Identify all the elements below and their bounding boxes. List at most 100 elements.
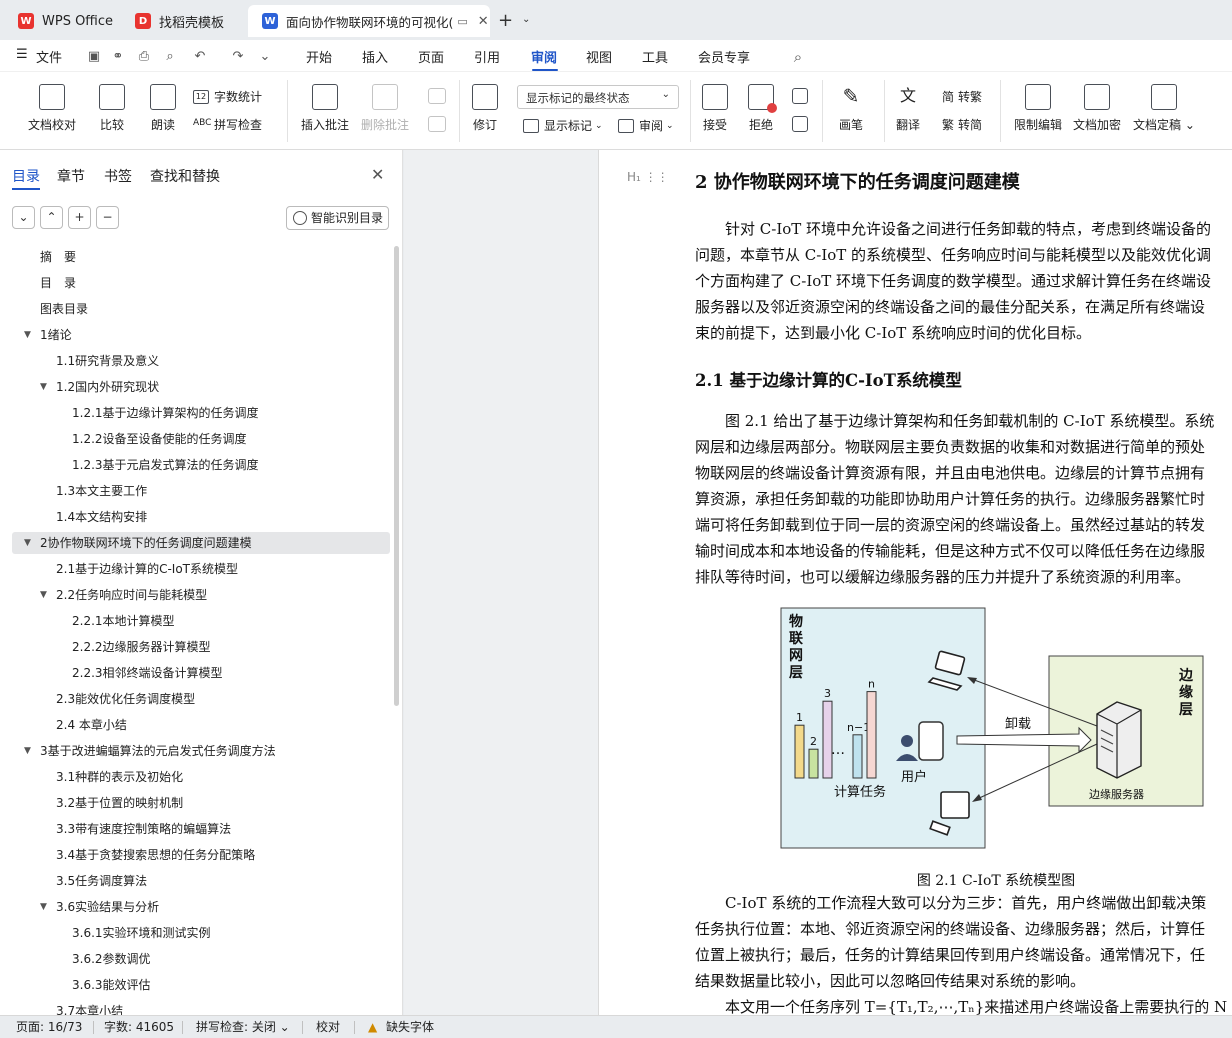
compare-button[interactable]: 比较 [99, 84, 125, 133]
remove-heading-button[interactable]: − [96, 206, 119, 229]
document-page[interactable]: H₁ ⋮⋮ 2 协作物联网环境下的任务调度问题建模 针对 C-IoT 环境中允许… [598, 150, 1232, 1015]
close-icon[interactable]: ✕ [371, 165, 384, 184]
search-icon[interactable]: ⌕ [790, 49, 806, 65]
accept-button[interactable]: 接受 [702, 84, 728, 133]
restrict-edit-button[interactable]: 限制编辑 [1014, 84, 1062, 133]
tab-current-document[interactable]: W 面向协作物联网环境的可视化( ▭ ✕ [248, 5, 490, 37]
page-indicator[interactable]: 页面: 16/73 [16, 1016, 82, 1038]
tab-chapters[interactable]: 章节 [57, 166, 85, 186]
hamburger-icon[interactable]: ☰ [16, 47, 28, 62]
smart-toc-button[interactable]: 智能识别目录 [286, 206, 389, 230]
toc-item[interactable]: 3.7本章小结 [12, 1000, 390, 1015]
menu-item-tools[interactable]: 工具 [642, 47, 668, 66]
insert-comment-button[interactable]: 插入批注 [301, 84, 349, 133]
toc-item[interactable]: 3.1种群的表示及初始化 [12, 766, 390, 788]
menu-item-review[interactable]: 审阅 [531, 47, 557, 66]
new-tab-icon[interactable]: + [498, 10, 513, 31]
toc-item[interactable]: ▼ 3基于改进蝙蝠算法的元启发式任务调度方法 [12, 740, 390, 762]
word-count-indicator[interactable]: 字数: 41605 [104, 1016, 174, 1038]
toc-item[interactable]: 目 录 [12, 272, 390, 294]
caret-down-icon[interactable]: ▼ [40, 584, 47, 606]
next-comment-button[interactable] [428, 116, 446, 138]
revise-button[interactable]: 修订 [472, 84, 498, 133]
close-tab-icon[interactable]: ✕ [478, 14, 489, 29]
review-pane-button[interactable]: 审阅 ⌄ [618, 117, 674, 134]
heading-marker[interactable]: H₁ ⋮⋮ [627, 170, 669, 184]
toc-item[interactable]: 摘 要 [12, 246, 390, 268]
toc-item[interactable]: ▼ 2.2任务响应时间与能耗模型 [12, 584, 390, 606]
finalize-button[interactable]: 文档定稿 ⌄ [1133, 84, 1195, 133]
toc-item[interactable]: ▼ 1绪论 [12, 324, 390, 346]
toc-item[interactable]: 3.6.3能效评估 [12, 974, 390, 996]
spell-check-status[interactable]: 拼写检查: 关闭 ⌄ [196, 1016, 290, 1038]
toc-item[interactable]: 1.2.2设备至设备使能的任务调度 [12, 428, 390, 450]
link-icon[interactable]: ⚭ [110, 49, 126, 65]
print-preview-icon[interactable]: ⌕ [162, 49, 178, 65]
tab-toc[interactable]: 目录 [12, 166, 40, 186]
spell-check-button[interactable]: ABC 拼写检查 [193, 116, 262, 133]
tab-docer[interactable]: D 找稻壳模板 [121, 5, 243, 37]
word-count-button[interactable]: 12 字数统计 [193, 88, 262, 105]
toc-item[interactable]: 图表目录 [12, 298, 390, 320]
toc-item[interactable]: 1.2.1基于边缘计算架构的任务调度 [12, 402, 390, 424]
expand-down-button[interactable]: ⌄ [12, 206, 35, 229]
toc-item[interactable]: 3.6.2参数调优 [12, 948, 390, 970]
pen-button[interactable]: ✎ 画笔 [838, 84, 864, 133]
toc-item[interactable]: ▼ 2协作物联网环境下的任务调度问题建模 [12, 532, 390, 554]
encrypt-button[interactable]: 文档加密 [1073, 84, 1121, 133]
menu-item-start[interactable]: 开始 [306, 47, 332, 66]
toc-item[interactable]: 2.2.2边缘服务器计算模型 [12, 636, 390, 658]
proof-status[interactable]: 校对 [316, 1016, 340, 1038]
doc-check-button[interactable]: 文档校对 [28, 84, 76, 133]
menu-item-insert[interactable]: 插入 [362, 47, 388, 66]
caret-down-icon[interactable]: ▼ [40, 896, 47, 918]
toc-item[interactable]: 1.4本文结构安排 [12, 506, 390, 528]
toc-item[interactable]: 2.3能效优化任务调度模型 [12, 688, 390, 710]
print-icon[interactable]: ⎙ [136, 49, 152, 65]
delete-comment-button[interactable]: 删除批注 [361, 84, 409, 133]
menu-item-reference[interactable]: 引用 [474, 47, 500, 66]
toc-item[interactable]: 1.2.3基于元启发式算法的任务调度 [12, 454, 390, 476]
caret-down-icon[interactable]: ▼ [24, 324, 31, 346]
toc-item[interactable]: 3.4基于贪婪搜索思想的任务分配策略 [12, 844, 390, 866]
menu-item-view[interactable]: 视图 [586, 47, 612, 66]
toc-item[interactable]: 3.2基于位置的映射机制 [12, 792, 390, 814]
collapse-up-button[interactable]: ⌃ [40, 206, 63, 229]
markup-state-select[interactable]: 显示标记的最终状态 ⌄ [517, 85, 679, 109]
toc-item[interactable]: 2.1基于边缘计算的C-IoT系统模型 [12, 558, 390, 580]
save-icon[interactable]: ▣ [86, 49, 102, 65]
toc-item[interactable]: 3.3带有速度控制策略的蝙蝠算法 [12, 818, 390, 840]
prev-change-button[interactable] [792, 88, 808, 110]
missing-font-status[interactable]: 缺失字体 [386, 1016, 434, 1038]
toc-item[interactable]: 1.1研究背景及意义 [12, 350, 390, 372]
next-change-button[interactable] [792, 116, 808, 138]
tab-wps-office[interactable]: W WPS Office [4, 5, 116, 37]
add-heading-button[interactable]: + [68, 206, 91, 229]
toc-item[interactable]: 1.3本文主要工作 [12, 480, 390, 502]
toc-item[interactable]: 3.6.1实验环境和测试实例 [12, 922, 390, 944]
translate-button[interactable]: 文 翻译 [895, 84, 921, 133]
reject-button[interactable]: 拒绝 [748, 84, 777, 133]
to-traditional-button[interactable]: 简 转繁 [942, 88, 982, 105]
menu-item-page[interactable]: 页面 [418, 47, 444, 66]
caret-down-icon[interactable]: ▼ [24, 532, 31, 554]
toc-item[interactable]: 2.2.3相邻终端设备计算模型 [12, 662, 390, 684]
show-markup-button[interactable]: 显示标记 ⌄ [523, 117, 603, 134]
toc-item[interactable]: ▼ 1.2国内外研究现状 [12, 376, 390, 398]
redo-icon[interactable]: ↷ [230, 49, 246, 65]
toc-item[interactable]: 3.5任务调度算法 [12, 870, 390, 892]
undo-icon[interactable]: ↶ [192, 49, 208, 65]
menu-item-member[interactable]: 会员专享 [698, 47, 750, 66]
tab-bookmarks[interactable]: 书签 [104, 166, 132, 186]
tab-find-replace[interactable]: 查找和替换 [150, 166, 220, 186]
toc-item[interactable]: 2.2.1本地计算模型 [12, 610, 390, 632]
prev-comment-button[interactable] [428, 88, 446, 110]
to-simplified-button[interactable]: 繁 转简 [942, 116, 982, 133]
chevron-down-icon[interactable]: ⌄ [522, 14, 530, 25]
monitor-icon[interactable]: ▭ [457, 15, 467, 28]
toc-item[interactable]: ▼ 3.6实验结果与分析 [12, 896, 390, 918]
toc-scrollbar[interactable] [394, 246, 399, 706]
caret-down-icon[interactable]: ▼ [24, 740, 31, 762]
menu-file[interactable]: 文件 [36, 47, 62, 66]
toc-item[interactable]: 2.4 本章小结 [12, 714, 390, 736]
